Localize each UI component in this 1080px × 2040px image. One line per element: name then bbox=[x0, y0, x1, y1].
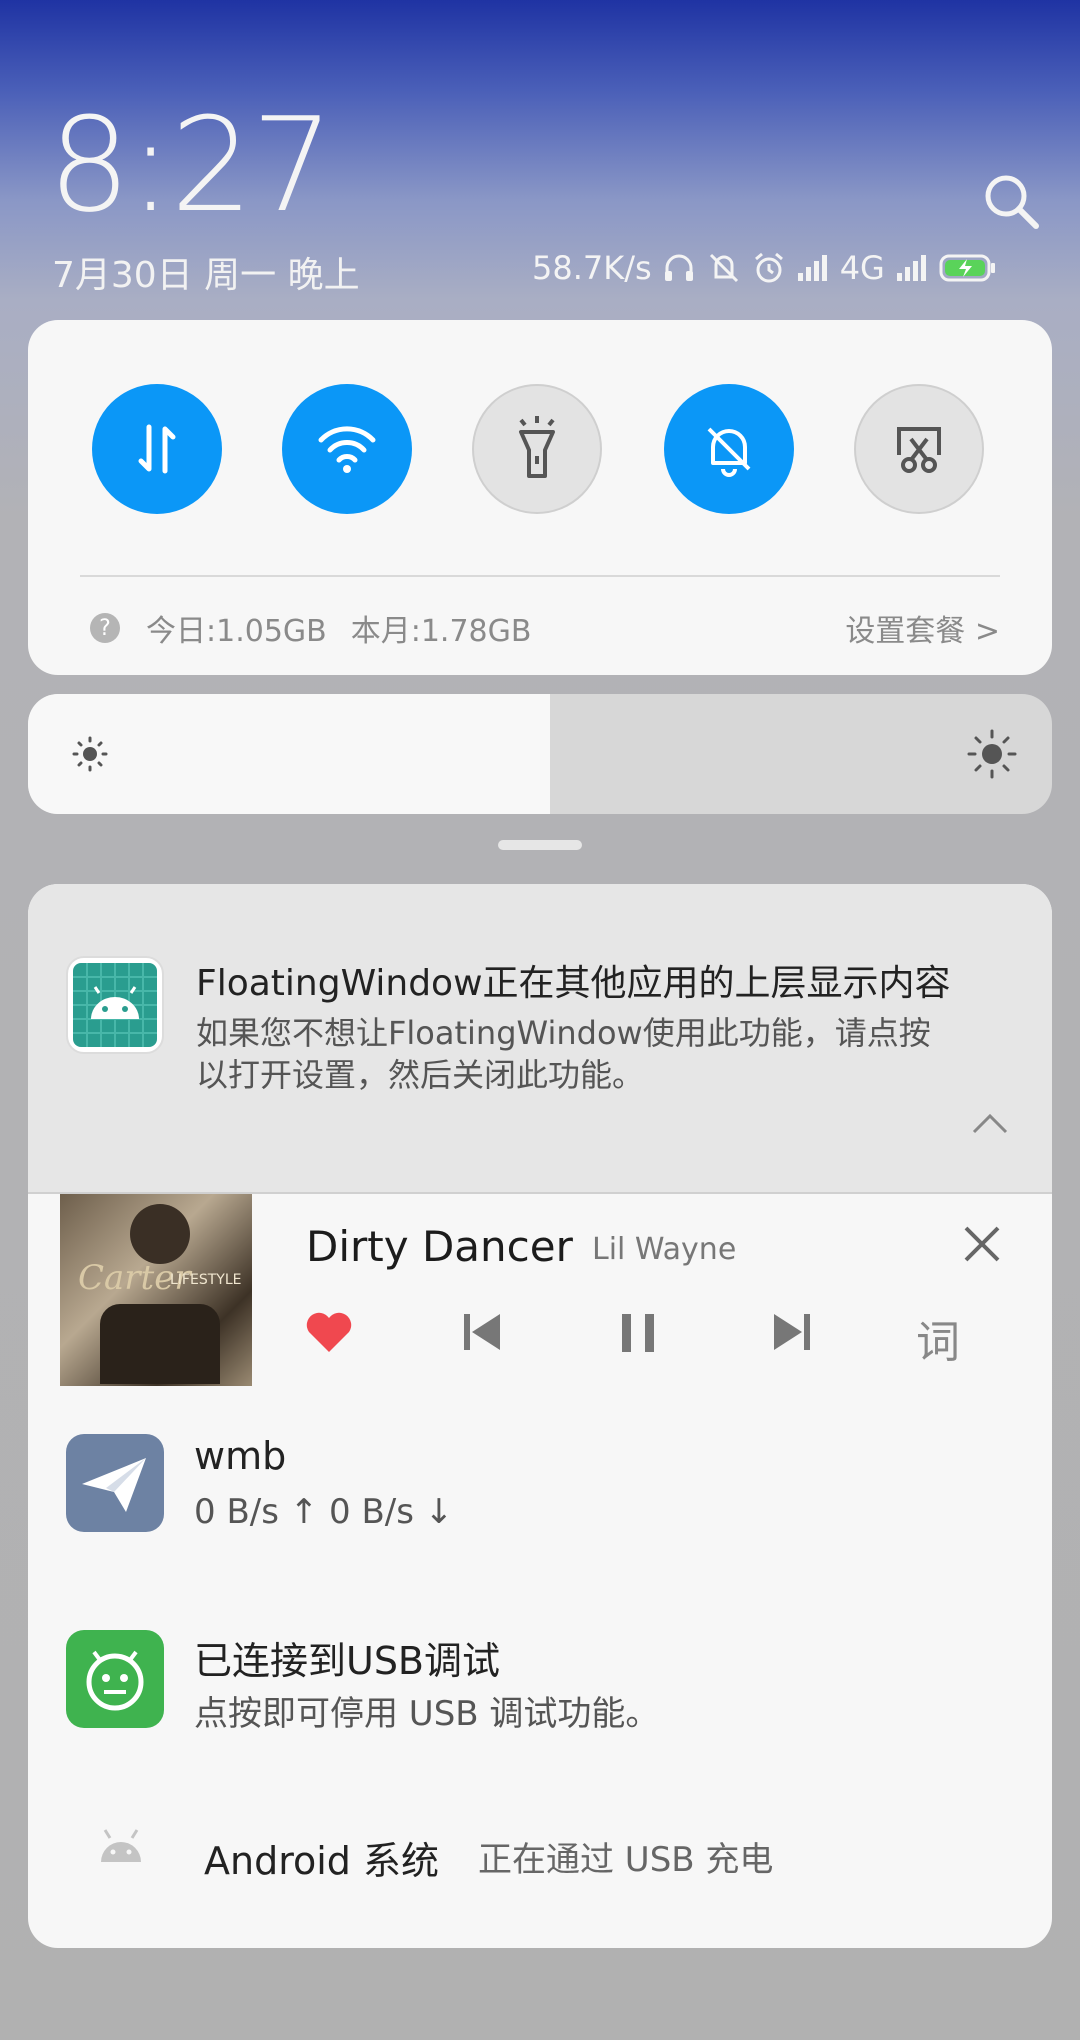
song-title: Dirty Dancer bbox=[306, 1222, 573, 1271]
android-debug-icon bbox=[66, 1630, 164, 1728]
android-robot-icon bbox=[98, 1828, 144, 1868]
drag-handle[interactable] bbox=[498, 840, 582, 850]
data-transfer-icon bbox=[138, 424, 176, 474]
wmb-speed: 0 B/s ↑ 0 B/s ↓ bbox=[194, 1492, 454, 1532]
alarm-icon bbox=[752, 251, 786, 285]
battery-charging-icon bbox=[939, 253, 997, 283]
album-cover: Carter LIFESTYLE bbox=[60, 1194, 252, 1386]
vibrate-off-icon bbox=[706, 251, 742, 285]
brightness-slider[interactable] bbox=[28, 694, 1052, 814]
network-speed: 58.7K/s bbox=[532, 249, 652, 287]
flashlight-icon bbox=[519, 416, 555, 478]
brightness-low-icon bbox=[70, 734, 110, 778]
heart-icon[interactable] bbox=[304, 1310, 354, 1358]
signal-icon bbox=[796, 253, 830, 283]
floating-notification-title: FloatingWindow正在其他应用的上层显示内容 bbox=[196, 963, 951, 1004]
data-today: 今日:1.05GB bbox=[146, 614, 327, 649]
date[interactable]: 7月30日 周一 晚上 bbox=[52, 246, 360, 298]
chevron-up-icon[interactable] bbox=[970, 1112, 1010, 1140]
floating-window-notification[interactable]: FloatingWindow正在其他应用的上层显示内容 如果您不想让Floati… bbox=[28, 884, 1052, 1194]
signal-2-icon bbox=[895, 253, 929, 283]
wifi-icon bbox=[318, 426, 376, 473]
close-icon[interactable] bbox=[962, 1224, 1002, 1268]
silent-toggle[interactable] bbox=[664, 384, 794, 514]
usb-debug-text: 点按即可停用 USB 调试功能。 bbox=[194, 1694, 660, 1734]
wifi-toggle[interactable] bbox=[282, 384, 412, 514]
flashlight-toggle[interactable] bbox=[472, 384, 602, 514]
notification-list: FloatingWindow正在其他应用的上层显示内容 如果您不想让Floati… bbox=[28, 884, 1052, 1948]
divider bbox=[80, 575, 1000, 577]
previous-track-icon[interactable] bbox=[460, 1310, 504, 1358]
usb-debug-title: 已连接到USB调试 bbox=[194, 1639, 501, 1683]
status-bar: 58.7K/s 4G bbox=[532, 246, 997, 290]
data-usage[interactable]: ? 今日:1.05GB 本月:1.78GB bbox=[90, 606, 531, 650]
bell-off-icon bbox=[707, 427, 751, 477]
screenshot-toggle[interactable] bbox=[854, 384, 984, 514]
floating-notification-text-1: 如果您不想让FloatingWindow使用此功能，请点按 bbox=[196, 1014, 931, 1052]
android-system-text: 正在通过 USB 充电 bbox=[478, 1840, 774, 1880]
artist-name: Lil Wayne bbox=[592, 1232, 737, 1267]
pause-icon[interactable] bbox=[616, 1310, 660, 1358]
mobile-data-toggle[interactable] bbox=[92, 384, 222, 514]
set-plan-link[interactable]: 设置套餐 > bbox=[845, 606, 1000, 650]
network-type: 4G bbox=[839, 249, 885, 287]
lyrics-button[interactable]: 词 bbox=[916, 1306, 960, 1370]
android-system-app: Android 系统 bbox=[204, 1839, 439, 1883]
cover-subtitle: LIFESTYLE bbox=[170, 1272, 242, 1288]
data-month: 本月:1.78GB bbox=[350, 614, 532, 649]
headphones-icon bbox=[662, 251, 696, 285]
search-icon[interactable] bbox=[982, 172, 1042, 232]
clock[interactable]: 8:27 bbox=[48, 100, 334, 230]
paper-plane-icon bbox=[66, 1434, 164, 1532]
music-notification[interactable]: Carter LIFESTYLE Dirty Dancer Lil Wayne … bbox=[28, 1194, 1052, 1394]
quick-settings-panel: ? 今日:1.05GB 本月:1.78GB 设置套餐 > bbox=[28, 320, 1052, 675]
next-track-icon[interactable] bbox=[770, 1310, 814, 1358]
floating-notification-text-2: 以打开设置，然后关闭此功能。 bbox=[196, 1056, 645, 1094]
android-app-icon bbox=[66, 956, 164, 1054]
screenshot-icon bbox=[897, 427, 941, 473]
brightness-high-icon bbox=[966, 728, 1018, 784]
wmb-title: wmb bbox=[194, 1434, 287, 1478]
help-icon: ? bbox=[90, 613, 120, 643]
